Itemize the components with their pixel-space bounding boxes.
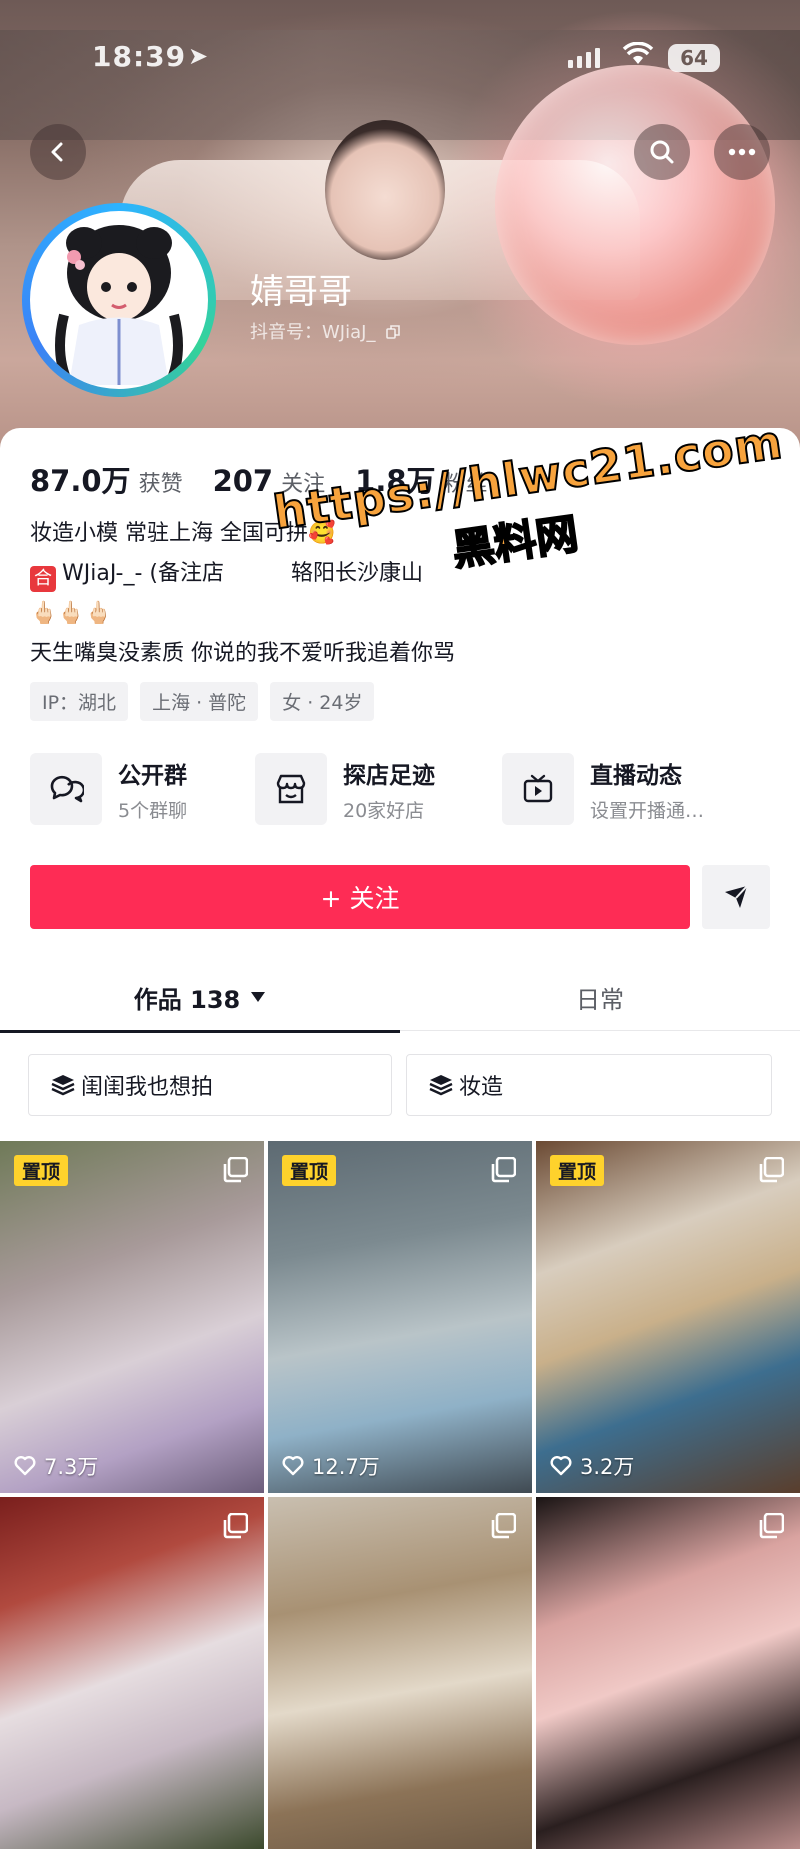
shortcut-title: 直播动态 — [590, 762, 682, 789]
more-dots-icon — [728, 148, 756, 156]
multi-image-icon — [223, 1513, 248, 1539]
likes-value: 7.3万 — [44, 1455, 99, 1479]
chat-bubbles-icon — [30, 753, 102, 825]
likes-count: 3.2万 — [550, 1451, 634, 1481]
tag-ip: IP：湖北 — [30, 682, 129, 721]
douyin-id-text: 抖音号：WJiaJ_ — [250, 322, 376, 343]
filter-chip-2[interactable]: 妆造 — [406, 1054, 772, 1116]
filter-chip-label: 妆造 — [459, 1075, 504, 1100]
tag-location: 上海 · 普陀 — [140, 682, 259, 721]
profile-name: 婧哥哥 — [250, 272, 352, 312]
signal-icon — [568, 48, 600, 68]
cover-balloon — [495, 65, 775, 345]
badge-icon: 合 — [30, 566, 56, 592]
multi-image-icon — [491, 1513, 516, 1539]
shortcut-subtitle: 20家好店 — [343, 799, 425, 822]
bio-line-4: 天生嘴臭没素质 你说的我不爱听我追着你骂 — [30, 641, 455, 666]
multi-image-icon — [223, 1157, 248, 1183]
shortcut-title: 探店足迹 — [343, 762, 435, 789]
chevron-left-icon — [51, 142, 63, 162]
collection-filters: 闺闺我也想拍 妆造 — [28, 1054, 772, 1118]
store-icon — [255, 753, 327, 825]
wifi-icon — [622, 41, 654, 73]
multi-image-icon — [759, 1157, 784, 1183]
back-button[interactable] — [30, 124, 86, 180]
bio-line-3: 🖕🏻🖕🏻🖕🏻 — [30, 601, 113, 626]
shortcut-subtitle: 设置开播通… — [590, 799, 705, 822]
tab-daily[interactable]: 日常 — [400, 964, 800, 1030]
filter-chip-label: 闺闺我也想拍 — [81, 1075, 214, 1100]
video-thumbnail[interactable] — [268, 1497, 532, 1849]
pinned-badge: 置顶 — [14, 1155, 69, 1186]
status-bar: 18:39 ➤ 64 — [0, 38, 800, 82]
likes-count: 12.7万 — [282, 1451, 380, 1481]
location-arrow-icon: ➤ — [188, 42, 209, 70]
heart-icon — [282, 1456, 304, 1476]
likes-value: 12.7万 — [312, 1455, 380, 1479]
cover-portrait — [325, 120, 445, 260]
pinned-badge: 置顶 — [550, 1155, 605, 1186]
search-icon — [650, 140, 674, 164]
shortcut-store-visits[interactable]: 探店足迹 20家好店 — [255, 750, 435, 828]
video-thumbnail[interactable]: 置顶 7.3万 — [0, 1141, 264, 1493]
tab-works[interactable]: 作品 138 — [0, 964, 400, 1030]
layers-icon — [429, 1075, 453, 1096]
profile-content: 87.0万 获赞 207 关注 1.8万 粉丝 妆造小模 常驻上海 全国可拼🥰 … — [0, 428, 800, 1849]
douyin-id[interactable]: 抖音号：WJiaJ_ — [250, 318, 401, 344]
layers-icon — [51, 1075, 75, 1096]
more-button[interactable] — [714, 124, 770, 180]
heart-icon — [550, 1456, 572, 1476]
filter-chip-1[interactable]: 闺闺我也想拍 — [28, 1054, 392, 1116]
video-thumbnail[interactable]: 置顶 12.7万 — [268, 1141, 532, 1493]
shortcut-subtitle: 5个群聊 — [118, 799, 188, 822]
avatar-illustration — [55, 225, 183, 385]
video-thumbnail[interactable] — [536, 1497, 800, 1849]
send-icon — [725, 885, 748, 908]
shortcut-live[interactable]: 直播动态 设置开播通… — [502, 750, 704, 828]
status-time: 18:39 — [92, 40, 187, 73]
caret-down-icon — [251, 992, 266, 1002]
content-tabs: 作品 138 日常 — [0, 964, 800, 1031]
follow-button[interactable]: + 关注 — [30, 865, 690, 929]
pinned-badge: 置顶 — [282, 1155, 337, 1186]
profile-tags: IP：湖北 上海 · 普陀 女 · 24岁 — [30, 682, 375, 721]
heart-icon — [14, 1456, 36, 1476]
avatar[interactable] — [22, 203, 216, 397]
multi-image-icon — [491, 1157, 516, 1183]
shortcut-public-group[interactable]: 公开群 5个群聊 — [30, 750, 187, 828]
shortcut-row: 公开群 5个群聊 探店足迹 20家好店 直播动态 设置开播通… — [30, 750, 780, 828]
tag-gender-age: 女 · 24岁 — [270, 682, 375, 721]
likes-value: 3.2万 — [580, 1455, 635, 1479]
likes-label: 获赞 — [138, 472, 183, 497]
tv-icon — [502, 753, 574, 825]
likes-count: 7.3万 — [14, 1451, 98, 1481]
copy-icon[interactable] — [385, 324, 401, 340]
video-thumbnail[interactable] — [0, 1497, 264, 1849]
battery-indicator: 64 — [668, 44, 720, 72]
bio-line-2-text: WJiaJ-_- (备注店 — [62, 561, 224, 586]
following-count[interactable]: 207 — [213, 464, 274, 498]
multi-image-icon — [759, 1513, 784, 1539]
likes-count: 87.0万 — [30, 464, 131, 498]
share-button[interactable] — [702, 865, 770, 929]
video-thumbnail[interactable]: 置顶 3.2万 — [536, 1141, 800, 1493]
active-tab-indicator — [0, 1030, 400, 1033]
search-button[interactable] — [634, 124, 690, 180]
shortcut-title: 公开群 — [118, 762, 187, 789]
avatar-image — [30, 211, 208, 389]
tab-works-label: 作品 138 — [133, 985, 241, 1014]
